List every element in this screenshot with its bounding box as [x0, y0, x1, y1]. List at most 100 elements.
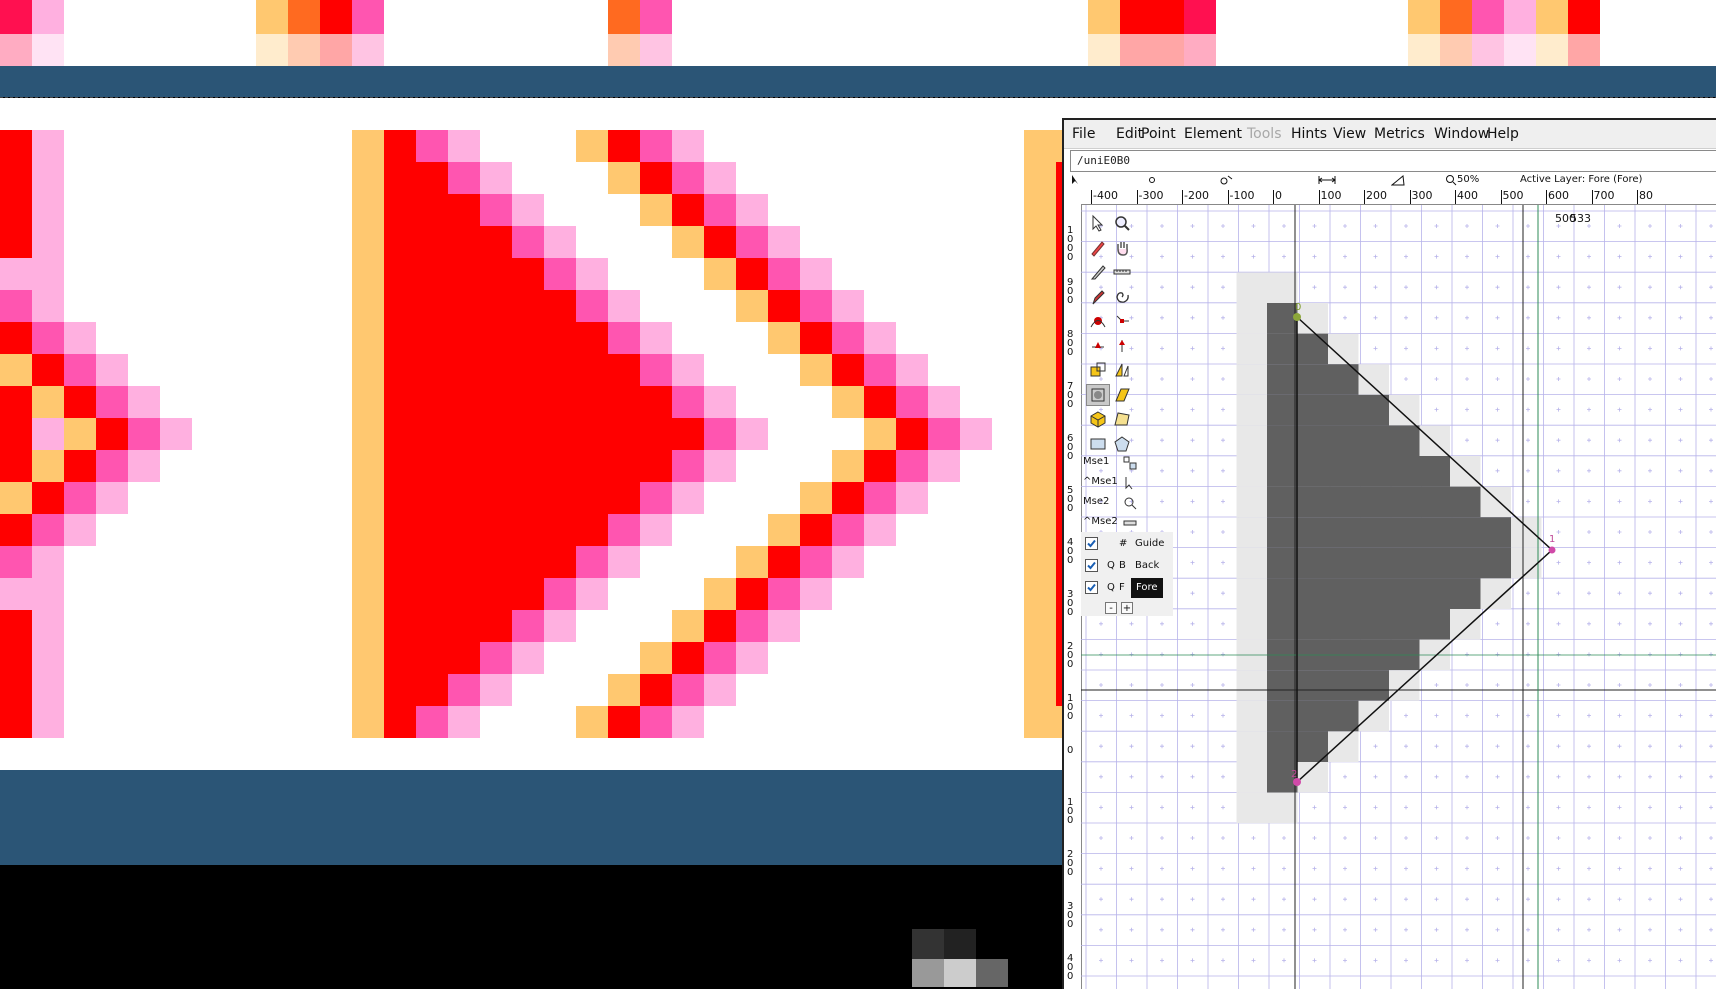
- grid-dot: [1190, 254, 1195, 259]
- grid-dot: [1556, 560, 1561, 565]
- rotate-tool[interactable]: [1086, 383, 1110, 406]
- menu-edit[interactable]: Edit: [1116, 126, 1143, 142]
- menu-element[interactable]: Element: [1184, 126, 1242, 142]
- magnify-tool[interactable]: [1110, 212, 1134, 234]
- ruler-tool[interactable]: [1110, 261, 1134, 283]
- grid-dot: [1465, 958, 1469, 963]
- chevron-left-pixel: [32, 546, 64, 578]
- glyph-pixel: [1297, 547, 1328, 579]
- top-strip-pixel: [1504, 0, 1536, 34]
- menu-window[interactable]: Window: [1434, 126, 1489, 142]
- polygon-tool[interactable]: [1110, 433, 1134, 455]
- skew-tool[interactable]: [1110, 384, 1134, 406]
- grid-dot: [1221, 530, 1225, 534]
- glyph-light-pixel: [1236, 547, 1267, 579]
- layer-fore-visible-checkbox[interactable]: [1085, 581, 1098, 594]
- triangle-pixel: [480, 290, 512, 322]
- glyph-pixel: [1267, 394, 1298, 426]
- grid-dot: [1343, 224, 1347, 228]
- layer-guide-name[interactable]: Guide: [1135, 538, 1164, 549]
- glyph-pixel: [1480, 547, 1511, 579]
- pen-tool[interactable]: [1086, 286, 1110, 308]
- menu-file[interactable]: File: [1072, 126, 1095, 142]
- grid-dot: [1587, 652, 1591, 657]
- triangle-pixel: [448, 194, 480, 226]
- grid-dot: [1404, 866, 1408, 871]
- left-edge-pixel: [32, 162, 64, 194]
- triangle-pixel: [640, 354, 672, 386]
- layer-back[interactable]: Q B Back: [1081, 556, 1173, 576]
- grid-dot: [1404, 774, 1408, 779]
- layer-fore-name[interactable]: Fore: [1131, 578, 1163, 598]
- freehand-tool[interactable]: [1086, 237, 1110, 259]
- tangent-point-tool[interactable]: [1086, 335, 1110, 357]
- chevron-right-pixel: [640, 674, 672, 706]
- grid-dot: [1526, 897, 1530, 902]
- add-layer-button[interactable]: +: [1121, 602, 1133, 614]
- triangle-pixel: [416, 290, 448, 322]
- grid-dot: [1434, 254, 1439, 259]
- chevron-right-pixel: [672, 642, 704, 674]
- layer-fore-code: F: [1119, 582, 1125, 593]
- 3d-rotate-tool[interactable]: [1086, 408, 1110, 430]
- bottom-point-label: 2: [1291, 769, 1297, 780]
- top-strip-pixel: [608, 0, 640, 34]
- triangle-pixel: [480, 226, 512, 258]
- pointer-tool[interactable]: [1086, 212, 1110, 234]
- grid-dot: [1495, 836, 1500, 840]
- perspective-tool[interactable]: [1110, 408, 1134, 430]
- glyph-pixel: [1511, 517, 1542, 548]
- grid-dot: [1160, 744, 1164, 749]
- glyph-canvas[interactable]: 0 2 1 500 533: [1081, 205, 1716, 989]
- menu-point[interactable]: Point: [1141, 126, 1176, 142]
- menu-help[interactable]: Help: [1487, 126, 1519, 142]
- glyph-pixel: [1297, 456, 1328, 487]
- rectangle-tool[interactable]: [1086, 433, 1110, 455]
- grid-dot: [1556, 377, 1561, 381]
- scroll-hand-tool[interactable]: [1110, 237, 1134, 259]
- grid-dot: [1495, 744, 1500, 749]
- remove-layer-button[interactable]: -: [1105, 602, 1117, 614]
- grid-dot: [1678, 530, 1683, 534]
- grid-dot: [1678, 836, 1683, 840]
- grid-dot: [1617, 407, 1622, 412]
- glyph-pixel: [1328, 425, 1359, 456]
- layer-back-name[interactable]: Back: [1135, 560, 1159, 571]
- chevron-right-pixel: [928, 418, 960, 450]
- grid-dot: [1617, 285, 1622, 290]
- triangle-pixel: [544, 610, 576, 642]
- layer-guide-visible-checkbox[interactable]: [1085, 537, 1098, 550]
- grid-dot: [1190, 224, 1195, 228]
- triangle-pixel: [576, 386, 608, 418]
- vruler-tick-label: 6 0 0: [1067, 433, 1074, 462]
- curve-point-tool[interactable]: [1086, 310, 1110, 332]
- left-edge-pixel: [0, 130, 32, 162]
- glyph-name-field[interactable]: /uniE0B0: [1070, 150, 1716, 172]
- top-strip-pixel: [1504, 34, 1536, 66]
- flip-tool[interactable]: [1110, 359, 1134, 381]
- grid-dot: [1709, 560, 1713, 565]
- glyph-light-pixel: [1236, 578, 1267, 609]
- grid-dot: [1190, 285, 1195, 290]
- chevron-right-pixel: [576, 130, 608, 162]
- layer-guide[interactable]: # Guide: [1081, 534, 1173, 554]
- layer-back-visible-checkbox[interactable]: [1085, 559, 1098, 572]
- spiro-tool[interactable]: [1110, 286, 1134, 308]
- grid-dot: [1587, 713, 1591, 718]
- chevron-left-pixel: [64, 482, 96, 514]
- menu-hints[interactable]: Hints: [1291, 126, 1327, 142]
- scale-tool[interactable]: [1086, 359, 1110, 381]
- corner-point-tool[interactable]: [1110, 310, 1134, 332]
- triangle-pixel: [544, 354, 576, 386]
- menu-metrics[interactable]: Metrics: [1374, 126, 1425, 142]
- menu-view[interactable]: View: [1333, 126, 1366, 142]
- grid-dot: [1221, 346, 1225, 351]
- chevron-right-pixel: [800, 578, 832, 610]
- hv-curve-tool[interactable]: [1110, 335, 1134, 357]
- grid-dot: [1556, 315, 1561, 320]
- knife-tool[interactable]: [1086, 261, 1110, 283]
- grid-dot: [1709, 224, 1713, 228]
- layer-fore[interactable]: Q F Fore: [1081, 578, 1173, 598]
- triangle-pixel: [448, 226, 480, 258]
- grid-dot: [1617, 346, 1622, 351]
